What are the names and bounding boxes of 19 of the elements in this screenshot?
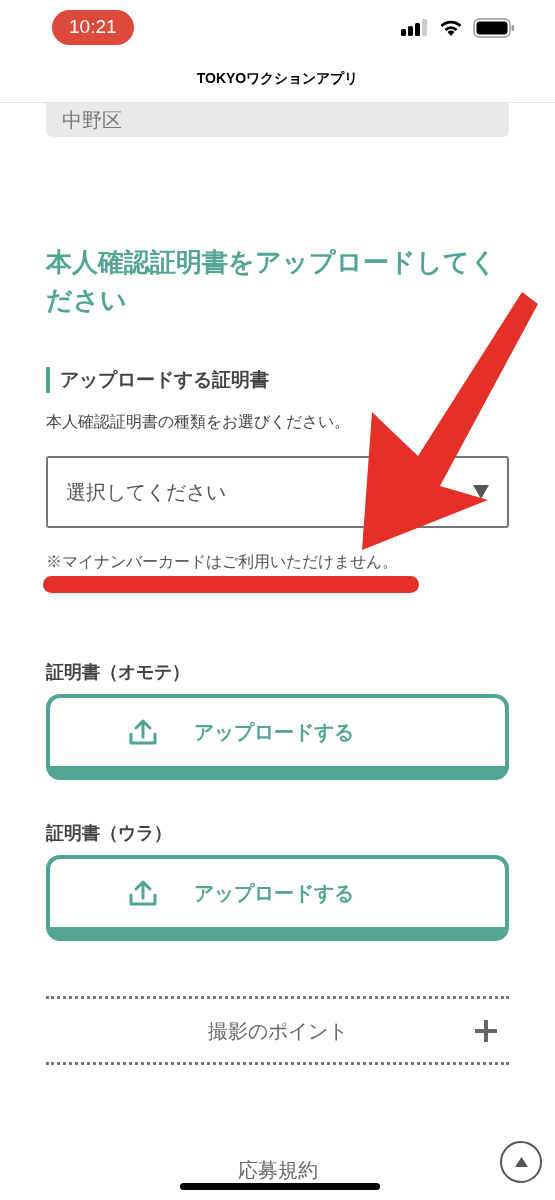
battery-icon (473, 17, 515, 38)
scroll-top-button[interactable] (500, 1141, 542, 1183)
description: 本人確認証明書の種類をお選びください。 (46, 412, 351, 432)
wifi-icon (439, 18, 463, 37)
upload-label: 証明書（オモテ） (46, 661, 191, 684)
app-title: TOKYOワクションアプリ (196, 69, 359, 88)
accordion-header[interactable]: 撮影のポイント (46, 999, 509, 1062)
section-heading: 本人確認証明書をアップロードしてください (46, 246, 498, 317)
upload-icon (128, 879, 158, 907)
caret-up-icon (514, 1157, 528, 1167)
upload-icon (128, 718, 158, 746)
subheading: アップロードする証明書 (60, 368, 269, 392)
terms-link[interactable]: 応募規約 (237, 1155, 318, 1185)
note: ※マイナンバーカードはご利用いただけません。 (46, 552, 399, 572)
upload-label: 証明書（ウラ） (46, 822, 173, 845)
status-time: 10:21 (52, 10, 134, 45)
signal-icon (401, 18, 429, 37)
caret-icon (473, 485, 489, 499)
input-field[interactable]: 中野区 (46, 103, 509, 137)
